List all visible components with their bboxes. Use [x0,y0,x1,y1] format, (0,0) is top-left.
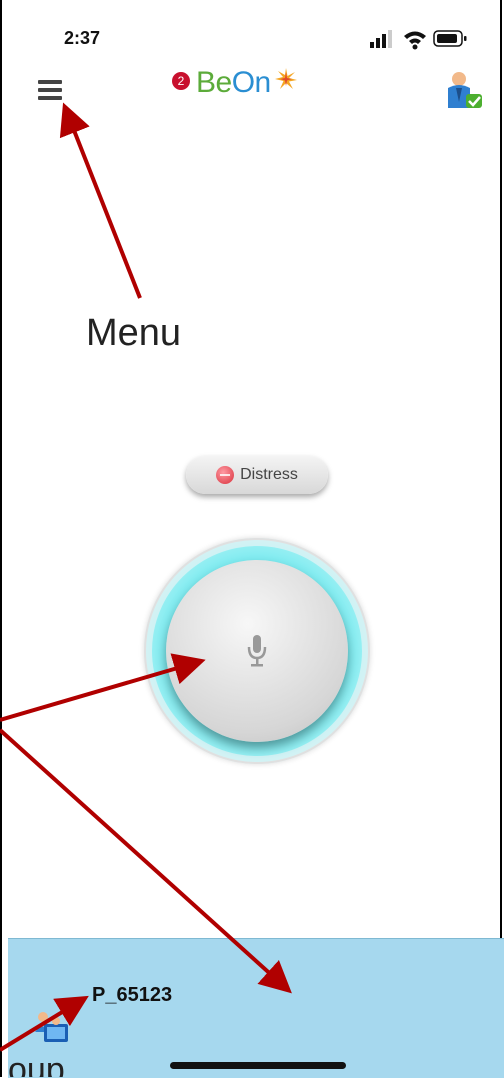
group-users-icon [35,1012,68,1042]
menu-icon[interactable] [38,80,62,100]
battery-icon [433,30,467,47]
home-indicator[interactable] [170,1062,346,1069]
status-icons [370,30,467,50]
status-time: 2:37 [64,28,101,48]
distress-label: Distress [240,466,298,483]
annotation-menu-label: Menu [86,312,182,354]
push-to-talk-button[interactable] [166,560,348,742]
logo-text-be: Be [196,66,232,99]
logo-text: BeOn [196,66,271,100]
user-status-icon[interactable] [444,70,484,110]
group-name: P_65123 [92,984,173,1006]
logo-star-icon [274,68,297,89]
app-logo: 2 BeOn [172,66,299,106]
signal-icon [370,30,392,48]
notification-badge[interactable]: 2 [172,72,190,90]
logo-text-on: On [231,66,272,99]
distress-button[interactable]: Distress [186,456,328,494]
wifi-icon [404,31,426,50]
status-bar: 2:37 [0,0,504,60]
selected-group-panel[interactable] [8,938,504,1078]
distress-icon [216,466,235,484]
annotation-partial-label: oup [8,1051,65,1077]
microphone-icon [247,635,267,667]
